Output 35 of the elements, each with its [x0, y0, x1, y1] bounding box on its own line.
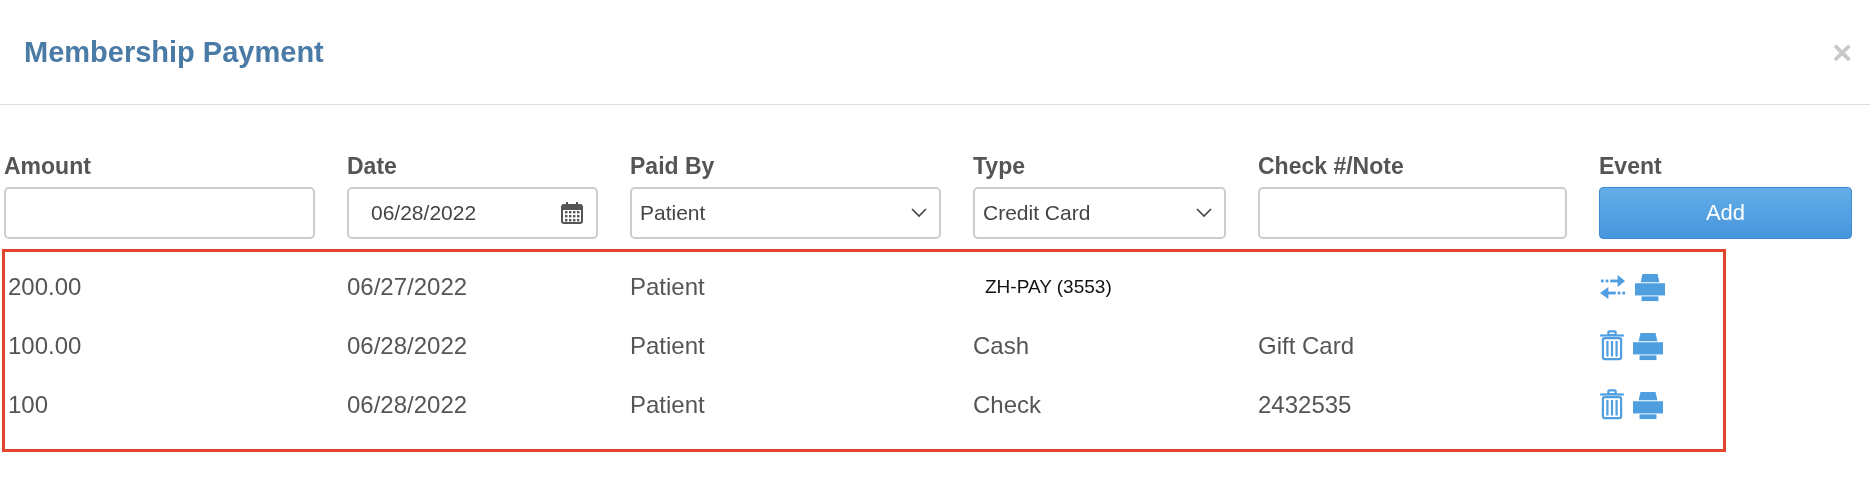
printer-icon[interactable] — [1635, 271, 1665, 302]
table-cell-text: 06/28/2022 — [347, 331, 469, 360]
dialog-title: Membership Payment — [24, 35, 324, 69]
field-label: Type — [973, 153, 1026, 181]
printer-icon[interactable] — [1633, 330, 1663, 361]
transfer-icon[interactable] — [1599, 273, 1627, 300]
table-cell-text: 100.00 — [8, 331, 83, 360]
field-label: Event — [1599, 153, 1663, 181]
caret-icon — [911, 208, 927, 218]
field-label: Check #/Note — [1258, 153, 1405, 181]
field-label: Date — [347, 153, 398, 181]
table-cell-text: ZH-PAY (3553) — [984, 275, 1113, 298]
field-label: Paid By — [630, 153, 716, 181]
dropdown[interactable]: Patient — [630, 187, 941, 239]
table-cell-text: Patient — [630, 331, 706, 360]
printer-icon[interactable] — [1633, 389, 1663, 420]
table-cell-text: 200.00 — [8, 272, 83, 301]
table-cell-text: 100 — [8, 390, 50, 419]
table-cell-text: 06/27/2022 — [347, 272, 469, 301]
table-cell-text: 06/28/2022 — [347, 390, 469, 419]
trash-icon[interactable] — [1599, 330, 1625, 361]
date-field[interactable]: 06/28/2022 — [347, 187, 598, 239]
table-cell-text: Cash — [973, 331, 1031, 360]
table-cell-text: Patient — [630, 390, 706, 419]
table-cell-text: Patient — [630, 272, 706, 301]
trash-icon[interactable] — [1599, 389, 1625, 420]
table-cell-text: 2432535 — [1258, 390, 1353, 419]
input-field[interactable] — [1258, 187, 1567, 239]
table-cell-text: Check — [973, 390, 1043, 419]
input-field[interactable] — [4, 187, 315, 239]
calendar-icon[interactable] — [560, 201, 584, 225]
caret-icon — [1196, 208, 1212, 218]
field-label: Amount — [4, 153, 92, 181]
dropdown[interactable]: Credit Card — [973, 187, 1226, 239]
table-cell-text: Gift Card — [1258, 331, 1356, 360]
